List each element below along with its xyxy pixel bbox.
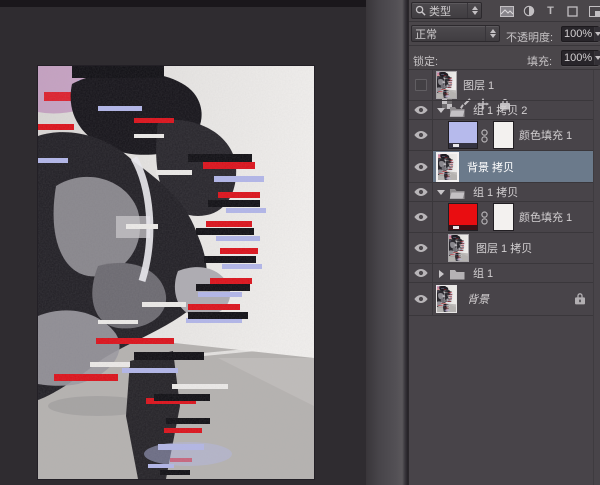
- layer-name[interactable]: 组 1 拷贝 2: [473, 102, 527, 118]
- layer-name[interactable]: 颜色填充 1: [519, 127, 572, 143]
- layer-row-beijing[interactable]: 背景: [409, 283, 594, 316]
- blend-mode-dropdown[interactable]: 正常: [411, 25, 500, 42]
- layer-name[interactable]: 背景 拷贝: [467, 159, 514, 175]
- group-row-zu1-kaobei[interactable]: 组 1 拷贝: [409, 183, 594, 202]
- fill-field[interactable]: 100%: [561, 50, 599, 66]
- blend-opacity-bar: 正常 不透明度: 100%: [409, 22, 600, 46]
- layer-filter-type-dropdown[interactable]: 类型: [411, 2, 482, 19]
- blend-mode-value: 正常: [415, 26, 437, 42]
- document-canvas[interactable]: [38, 66, 314, 479]
- canvas-workspace: [0, 0, 366, 485]
- adjustment-layer-filter-icon[interactable]: [521, 4, 536, 18]
- visibility-toggle[interactable]: [409, 70, 433, 100]
- layer-list-right-edge: [593, 70, 594, 485]
- eye-icon: [414, 187, 428, 197]
- layer-mask-thumbnail[interactable]: [494, 122, 513, 148]
- panel-dock-divider[interactable]: [366, 0, 408, 485]
- layer-thumbnail[interactable]: [438, 154, 457, 180]
- layer-thumbnail[interactable]: [437, 286, 456, 312]
- layer-name[interactable]: 背景: [467, 291, 489, 307]
- opacity-dropdown-arrow-icon[interactable]: [594, 27, 600, 41]
- lock-label: 锁定:: [413, 53, 438, 69]
- group-row-zu1-kaobei2[interactable]: 组 1 拷贝 2: [409, 101, 594, 120]
- group-expand-triangle[interactable]: [437, 190, 445, 195]
- layer-thumbnail[interactable]: [437, 72, 456, 98]
- visibility-toggle[interactable]: [409, 120, 433, 150]
- layer-name[interactable]: 组 1 拷贝: [473, 184, 518, 200]
- visibility-toggle[interactable]: [409, 233, 433, 263]
- eye-icon: [414, 268, 428, 278]
- visibility-off-well: [415, 79, 427, 91]
- dropdown-arrows-icon: [485, 26, 496, 41]
- mask-link-icon[interactable]: [481, 211, 488, 228]
- fill-value: 100%: [562, 52, 594, 64]
- eye-icon: [414, 105, 428, 115]
- filter-type-label: 类型: [429, 3, 451, 19]
- layer-name[interactable]: 图层 1: [463, 77, 494, 93]
- pixel-layer-filter-icon[interactable]: [499, 4, 514, 18]
- fill-layer-row-red[interactable]: 颜色填充 1: [409, 202, 594, 233]
- shape-layer-filter-icon[interactable]: [565, 4, 580, 18]
- visibility-toggle[interactable]: [409, 264, 433, 282]
- layer-row-tuceng1[interactable]: 图层 1: [409, 70, 594, 101]
- type-layer-filter-icon[interactable]: T: [543, 4, 558, 18]
- eye-icon: [414, 212, 428, 222]
- eye-icon: [414, 162, 428, 172]
- layer-lock-icon: [575, 292, 585, 308]
- group-row-zu1[interactable]: 组 1: [409, 264, 594, 283]
- lock-fill-bar: 锁定: 填充: 100%: [409, 46, 600, 70]
- layer-row-beijing-kaobei[interactable]: 背景 拷贝: [409, 151, 594, 183]
- mask-link-icon[interactable]: [481, 129, 488, 146]
- layer-name[interactable]: 图层 1 拷贝: [476, 240, 532, 256]
- search-icon: [415, 5, 426, 16]
- eye-icon: [414, 130, 428, 140]
- fill-dropdown-arrow-icon[interactable]: [594, 51, 600, 65]
- dropdown-arrows-icon: [467, 3, 478, 18]
- layer-thumbnail[interactable]: [449, 235, 468, 261]
- opacity-label: 不透明度:: [506, 29, 553, 45]
- visibility-toggle[interactable]: [409, 101, 433, 119]
- selected-row-highlight: 背景 拷贝: [433, 151, 594, 182]
- document-tab-bar-edge: [0, 0, 366, 7]
- layer-name[interactable]: 组 1: [473, 265, 493, 281]
- layer-filter-bar: 类型 T: [409, 0, 600, 22]
- visibility-toggle[interactable]: [409, 283, 433, 315]
- layers-panel: 类型 T 正常 不透明度: 100% 锁定:: [408, 0, 600, 485]
- group-expand-triangle[interactable]: [437, 108, 445, 113]
- fill-label: 填充:: [527, 53, 552, 69]
- layer-mask-thumbnail[interactable]: [494, 204, 513, 230]
- layer-row-tuceng1-kaobei[interactable]: 图层 1 拷贝: [409, 233, 594, 264]
- closed-folder-icon: [449, 268, 465, 280]
- visibility-toggle[interactable]: [409, 183, 433, 201]
- color-fill-swatch[interactable]: [449, 122, 477, 148]
- eye-icon: [414, 294, 428, 304]
- open-folder-icon: [449, 187, 465, 199]
- visibility-toggle[interactable]: [409, 202, 433, 232]
- fill-layer-row-lavender[interactable]: 颜色填充 1: [409, 120, 594, 151]
- opacity-field[interactable]: 100%: [561, 26, 599, 42]
- smart-object-filter-icon[interactable]: [587, 4, 600, 18]
- glitch-artwork-image: [38, 66, 314, 479]
- color-fill-swatch[interactable]: [449, 204, 477, 230]
- open-folder-icon: [449, 105, 465, 117]
- visibility-toggle[interactable]: [409, 151, 433, 182]
- layer-name[interactable]: 颜色填充 1: [519, 209, 572, 225]
- opacity-value: 100%: [562, 28, 594, 40]
- layer-list: 图层 1 组 1 拷贝 2: [409, 70, 600, 485]
- eye-icon: [414, 243, 428, 253]
- group-collapsed-triangle[interactable]: [439, 270, 444, 278]
